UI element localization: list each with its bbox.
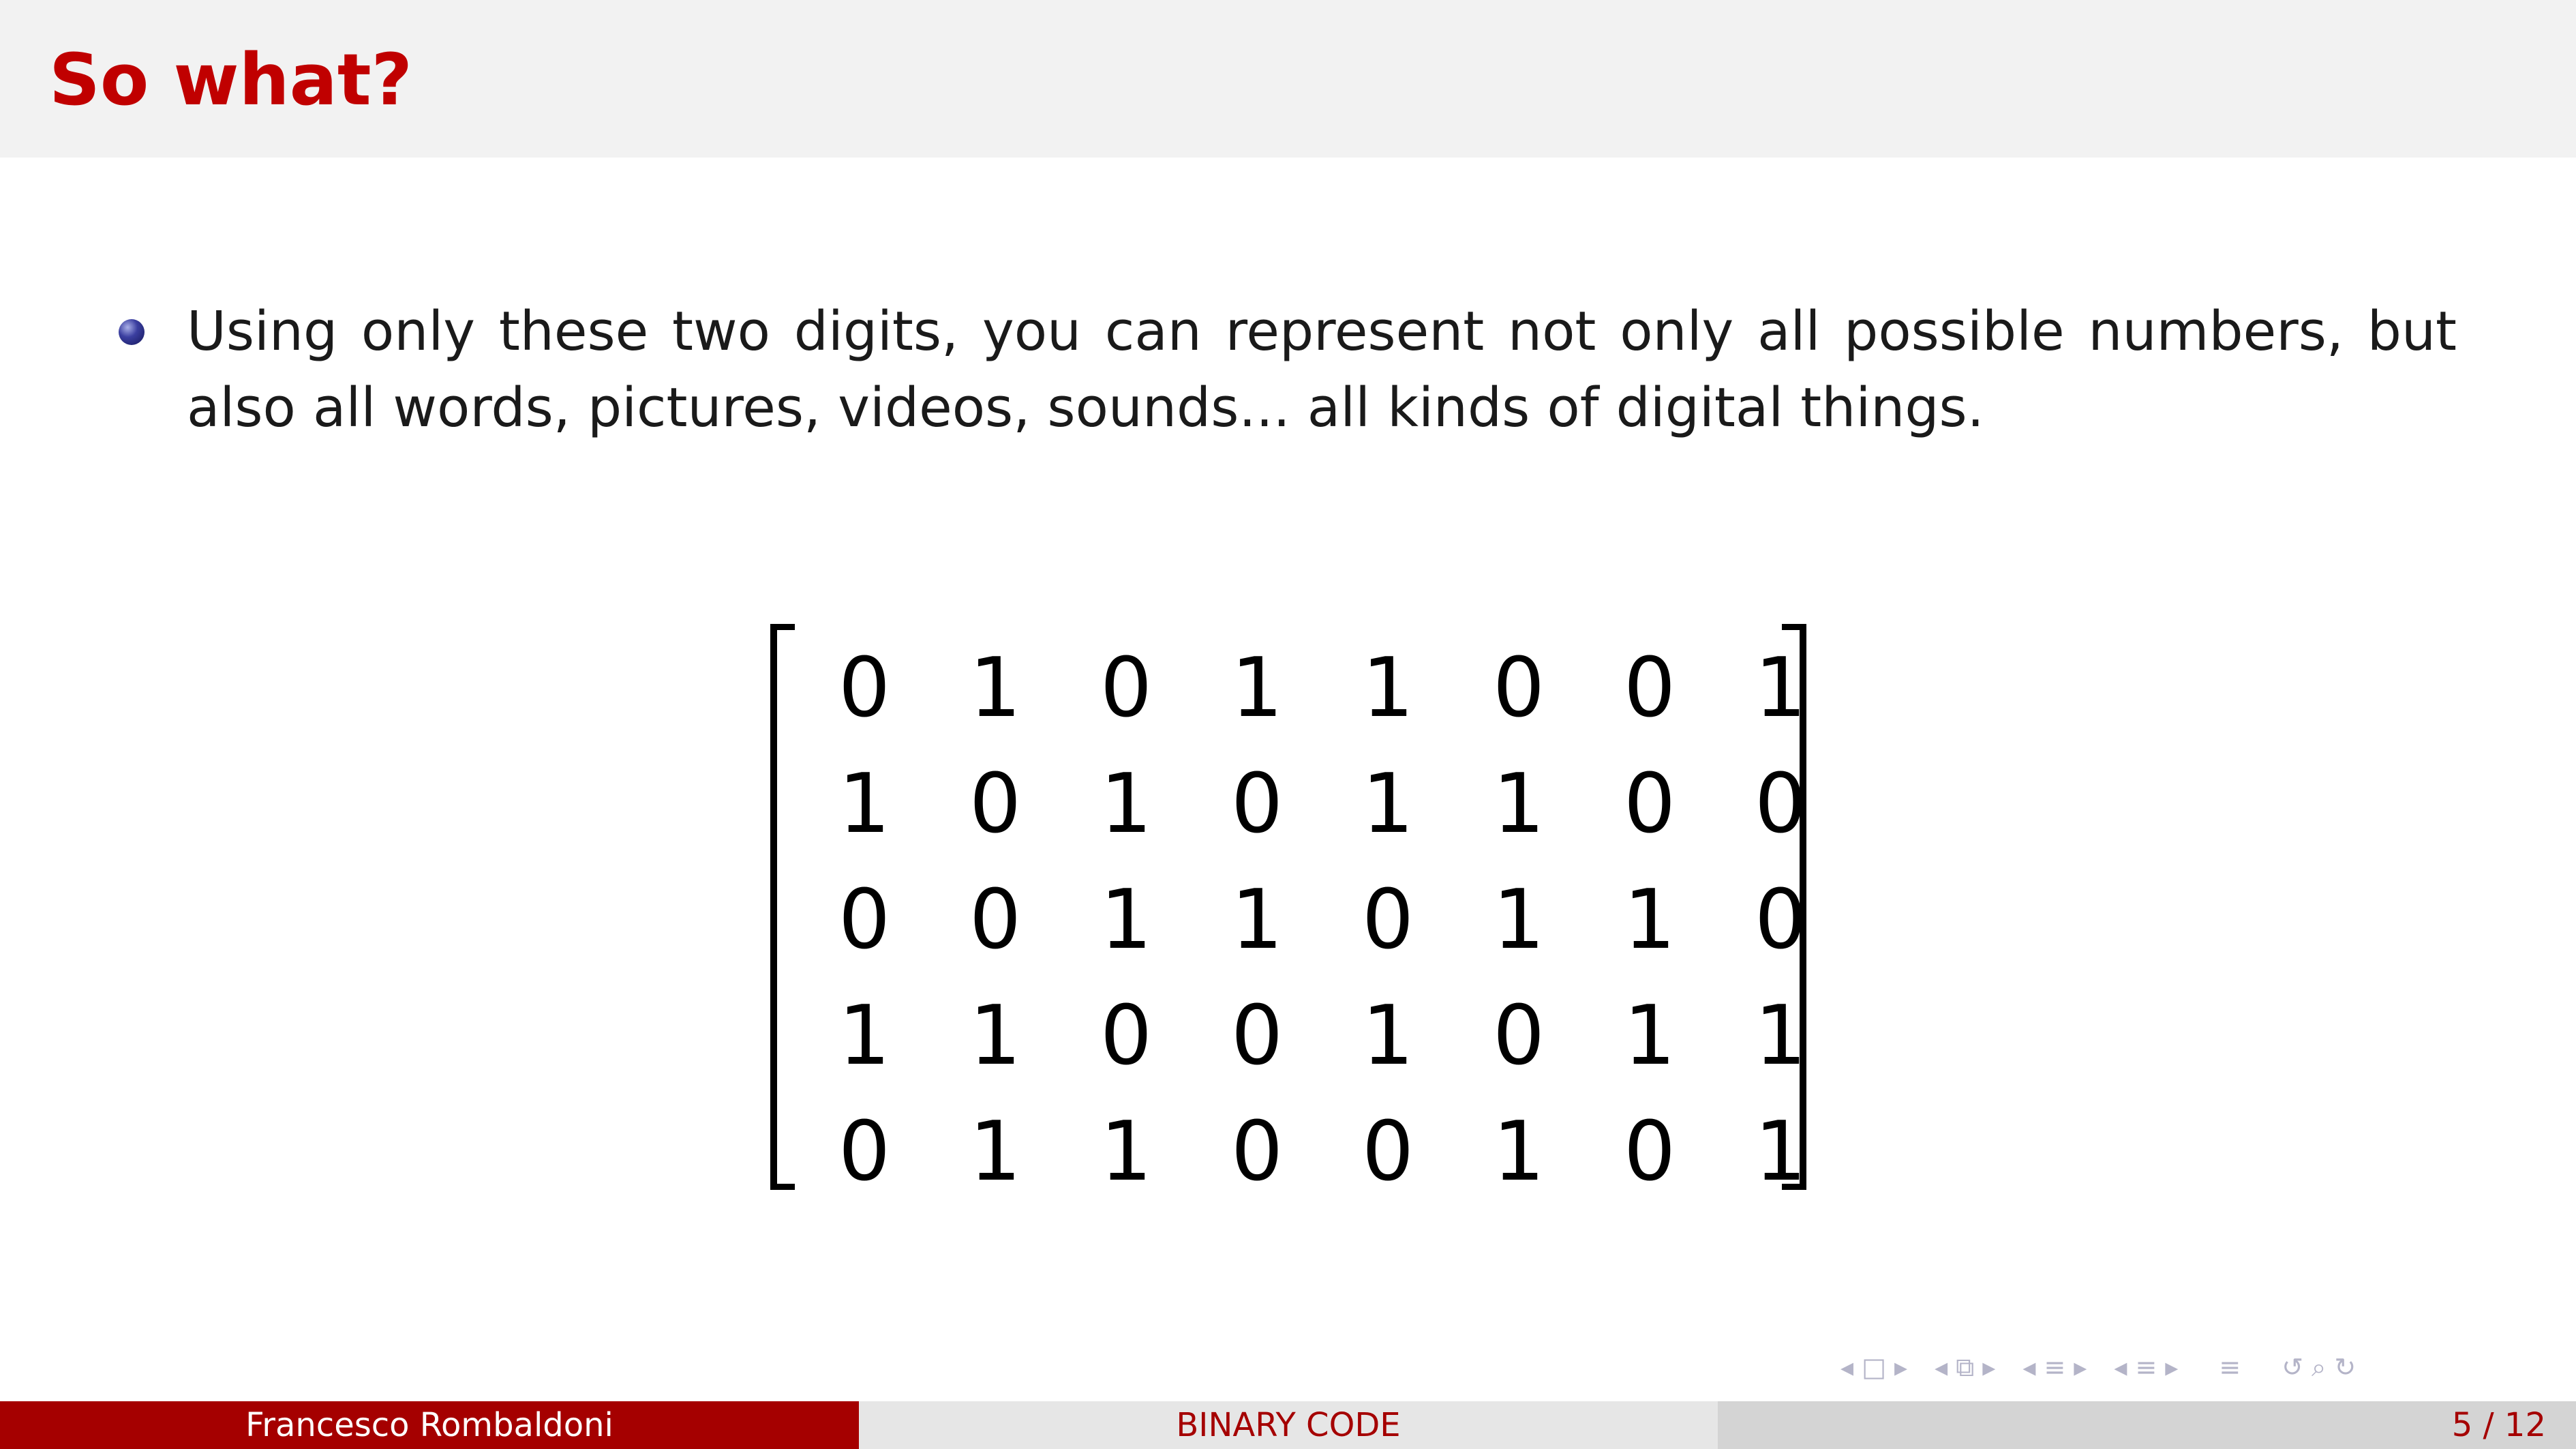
matrix-cell: 1 [838, 757, 891, 852]
frame-prev-icon[interactable]: ◂ [1840, 1350, 1853, 1384]
document-prev-icon[interactable]: ◂ [2114, 1350, 2127, 1384]
matrix-cell: 1 [969, 641, 1022, 736]
bullet-text: Using only these two digits, you can rep… [187, 300, 2457, 439]
matrix-cells: 0101100110101100001101101100101101100101 [799, 638, 1806, 1217]
subsection-prev-icon[interactable]: ◂ [1935, 1350, 1948, 1384]
matrix-cell: 0 [1623, 757, 1676, 852]
page-number: 5 / 12 [2451, 1406, 2546, 1444]
matrix-cell: 1 [1100, 1105, 1153, 1199]
matrix-cell: 1 [1230, 873, 1284, 968]
matrix-cell: 1 [1492, 873, 1545, 968]
matrix-cell: 1 [969, 989, 1022, 1084]
footer-title: BINARY CODE [859, 1401, 1718, 1449]
matrix-cell: 1 [1754, 1105, 1807, 1199]
matrix-cell: 0 [838, 873, 891, 968]
matrix-cell: 1 [1492, 757, 1545, 852]
matrix-cell: 1 [1361, 641, 1414, 736]
subsection-icon[interactable]: ⧉ [1956, 1350, 1974, 1384]
matrix-cell: 0 [1492, 641, 1545, 736]
document-next-icon[interactable]: ▸ [2165, 1350, 2178, 1384]
matrix-cell: 1 [1623, 873, 1676, 968]
matrix-cell: 0 [1361, 1105, 1414, 1199]
matrix-cell: 1 [1361, 757, 1414, 852]
bullet-icon [119, 319, 145, 345]
matrix-cell: 1 [1754, 641, 1807, 736]
left-bracket [770, 624, 795, 1190]
matrix-cell: 0 [1492, 989, 1545, 1084]
matrix-cell: 0 [838, 641, 891, 736]
matrix-cell: 1 [1230, 641, 1284, 736]
matrix-cell: 0 [1623, 1105, 1676, 1199]
matrix-cell: 0 [1230, 989, 1284, 1084]
matrix-cell: 0 [1230, 1105, 1284, 1199]
navigation-bar: ◂ □ ▸ ◂ ⧉ ▸ ◂ ≡ ▸ ◂ ≡ ▸ ≡ ↺ ⌕ ↻ [1840, 1350, 2364, 1384]
matrix-cell: 0 [1754, 757, 1807, 852]
matrix-cell: 0 [1100, 989, 1153, 1084]
matrix-cell: 0 [1754, 873, 1807, 968]
matrix-cell: 1 [1754, 989, 1807, 1084]
search-icon[interactable]: ⌕ [2312, 1350, 2326, 1384]
title-bar: So what? [0, 0, 2576, 158]
frame-next-icon[interactable]: ▸ [1894, 1350, 1907, 1384]
footer-author: Francesco Rombaldoni [0, 1401, 859, 1449]
matrix-cell: 1 [1492, 1105, 1545, 1199]
matrix-cell: 1 [1100, 873, 1153, 968]
matrix-cell: 0 [969, 757, 1022, 852]
matrix-cell: 0 [1623, 641, 1676, 736]
matrix-cell: 0 [838, 1105, 891, 1199]
matrix-cell: 1 [969, 1105, 1022, 1199]
section-prev-icon[interactable]: ◂ [2022, 1350, 2035, 1384]
forward-icon[interactable]: ↻ [2334, 1350, 2356, 1384]
section-next-icon[interactable]: ▸ [2074, 1350, 2087, 1384]
footer-page-section: 5 / 12 [1718, 1401, 2576, 1449]
footer: Francesco Rombaldoni BINARY CODE 5 / 12 [0, 1401, 2576, 1449]
frame-icon[interactable]: □ [1862, 1350, 1886, 1384]
subsection-next-icon[interactable]: ▸ [1982, 1350, 1995, 1384]
matrix-cell: 1 [838, 989, 891, 1084]
slide-title: So what? [49, 38, 412, 121]
right-bracket [1782, 624, 1806, 1190]
matrix-cell: 0 [1100, 641, 1153, 736]
matrix-cell: 1 [1100, 757, 1153, 852]
binary-matrix: 0101100110101100001101101100101101100101 [770, 624, 1806, 1199]
matrix-cell: 1 [1623, 989, 1676, 1084]
back-icon[interactable]: ↺ [2282, 1350, 2303, 1384]
document-icon[interactable]: ≡ [2135, 1350, 2157, 1384]
section-icon[interactable]: ≡ [2044, 1350, 2065, 1384]
matrix-cell: 0 [1361, 873, 1414, 968]
slide: So what? Using only these two digits, yo… [0, 0, 2576, 1449]
matrix-cell: 0 [969, 873, 1022, 968]
toc-icon[interactable]: ≡ [2219, 1350, 2241, 1384]
matrix-cell: 1 [1361, 989, 1414, 1084]
matrix-cell: 0 [1230, 757, 1284, 852]
